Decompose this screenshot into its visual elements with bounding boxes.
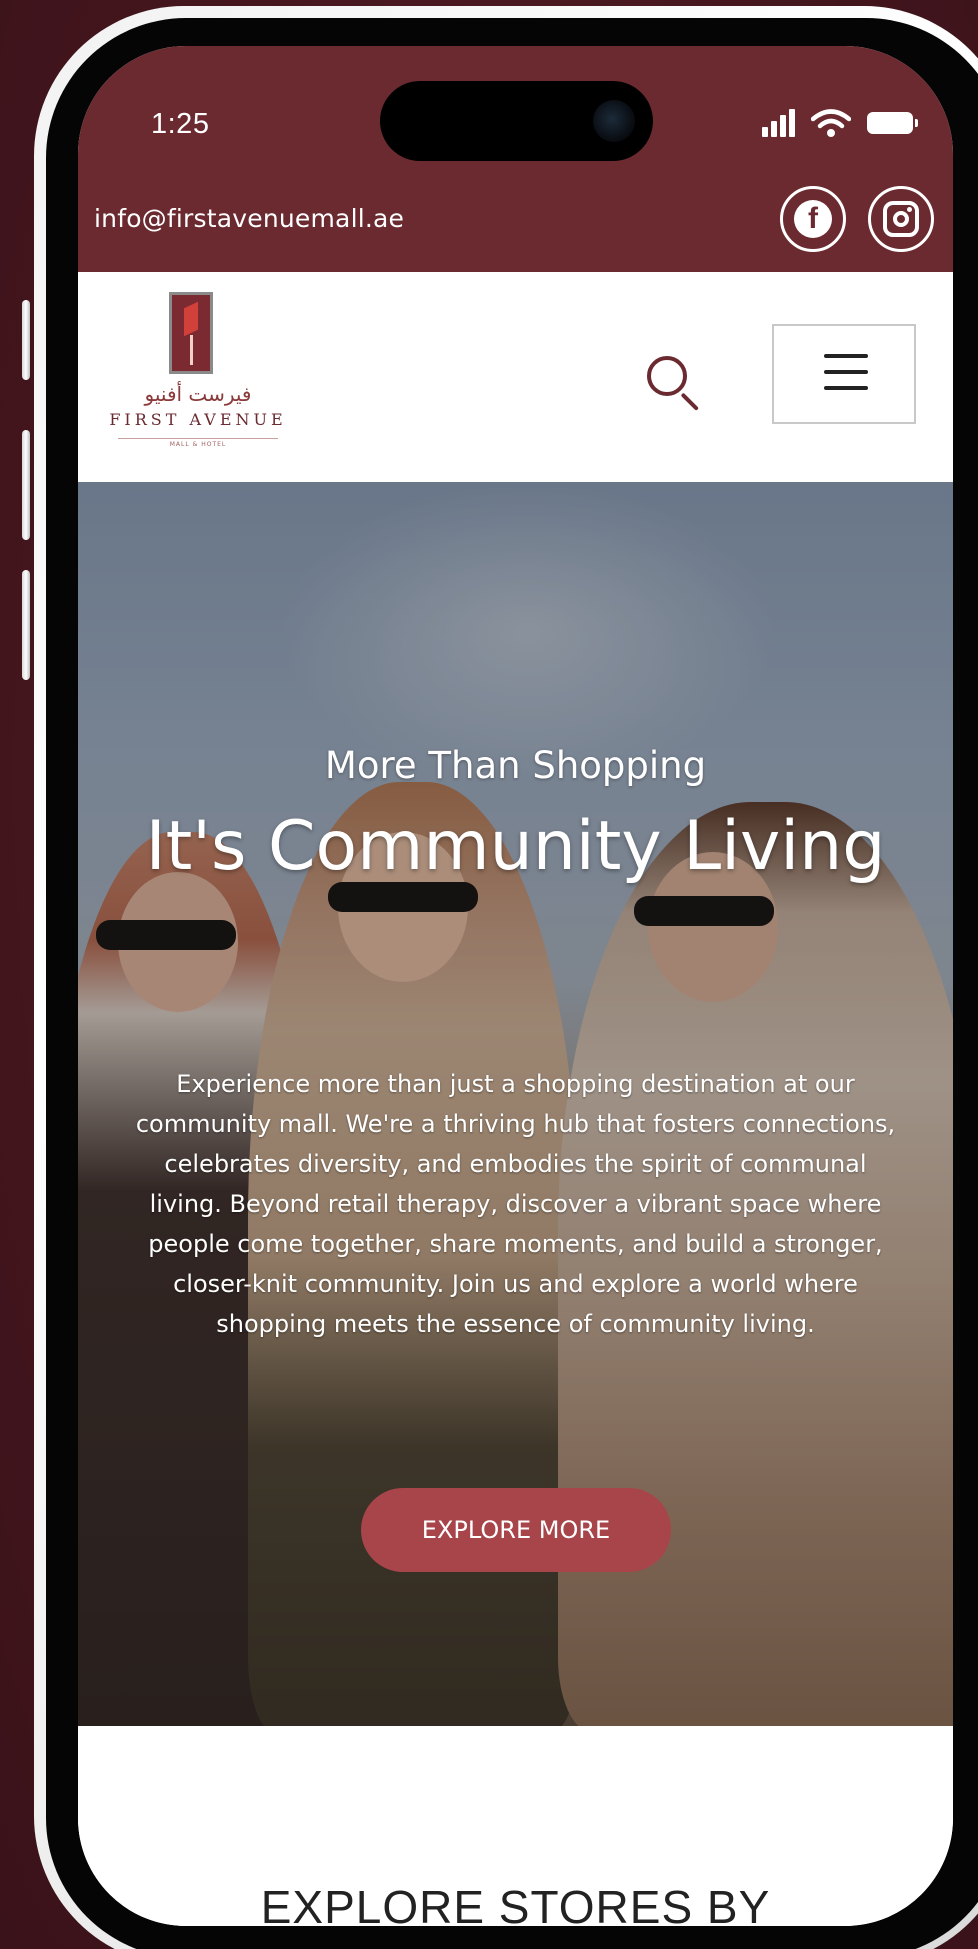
hero-title: It's Community Living bbox=[145, 807, 886, 886]
instagram-button[interactable] bbox=[868, 186, 934, 252]
logo-mark-icon bbox=[169, 292, 213, 374]
instagram-icon bbox=[883, 201, 919, 237]
phone-side-button bbox=[22, 300, 30, 380]
mockup-stage: 1:25 info@firstavenuemall.ae f فيرست أفن… bbox=[0, 0, 978, 1949]
cellular-signal-icon bbox=[762, 109, 795, 137]
explore-section-title: EXPLORE STORES BY bbox=[260, 1881, 771, 1926]
logo-tagline-text: MALL & HOTEL bbox=[118, 438, 278, 448]
phone-volume-up-button bbox=[22, 430, 30, 540]
facebook-button[interactable]: f bbox=[780, 186, 846, 252]
facebook-icon: f bbox=[794, 200, 832, 238]
battery-icon bbox=[867, 112, 918, 134]
search-icon bbox=[647, 356, 687, 396]
dynamic-island bbox=[380, 81, 653, 161]
hero-kicker: More Than Shopping bbox=[324, 744, 707, 787]
menu-button[interactable] bbox=[772, 324, 916, 424]
phone-screen: 1:25 info@firstavenuemall.ae f فيرست أفن… bbox=[78, 46, 953, 1926]
explore-more-button[interactable]: EXPLORE MORE bbox=[361, 1488, 671, 1572]
site-header: فيرست أفنيو FIRST AVENUE MALL & HOTEL bbox=[78, 272, 953, 482]
phone-volume-down-button bbox=[22, 570, 30, 680]
status-time: 1:25 bbox=[151, 108, 210, 140]
hero-banner: More Than Shopping It's Community Living… bbox=[78, 482, 953, 1726]
hamburger-menu-icon bbox=[824, 354, 868, 358]
front-camera-icon bbox=[593, 100, 635, 142]
contact-email-link[interactable]: info@firstavenuemall.ae bbox=[94, 204, 404, 233]
wifi-icon bbox=[811, 109, 851, 137]
logo-arabic-text: فيرست أفنيو bbox=[144, 382, 252, 406]
status-icons bbox=[762, 108, 918, 138]
hero-description: Experience more than just a shopping des… bbox=[135, 1070, 896, 1338]
search-button[interactable] bbox=[643, 352, 705, 414]
logo-name-text: FIRST AVENUE bbox=[109, 410, 287, 429]
top-bar: 1:25 info@firstavenuemall.ae f bbox=[78, 46, 953, 272]
site-logo[interactable]: فيرست أفنيو FIRST AVENUE MALL & HOTEL bbox=[108, 292, 288, 462]
explore-section: EXPLORE STORES BY bbox=[78, 1726, 953, 1926]
